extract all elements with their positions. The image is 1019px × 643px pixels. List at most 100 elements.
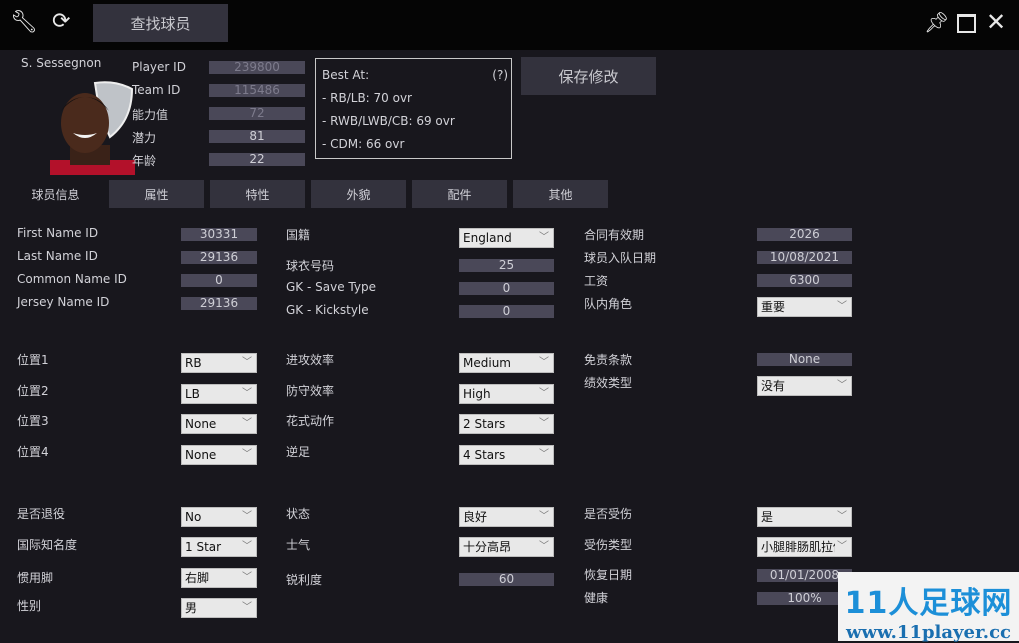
field-dropdown[interactable]: None ﹀ bbox=[181, 445, 257, 465]
dropdown-value: None bbox=[185, 448, 217, 462]
chevron-down-icon: ﹀ bbox=[242, 511, 252, 522]
field-input[interactable]: 30331 bbox=[181, 228, 257, 241]
best-at-line: - CDM: 66 ovr bbox=[322, 137, 405, 151]
chevron-down-icon: ﹀ bbox=[539, 511, 549, 522]
field-dropdown[interactable]: 2 Stars ﹀ bbox=[459, 414, 554, 434]
field-dropdown[interactable]: 男 ﹀ bbox=[181, 598, 257, 618]
chevron-down-icon: ﹀ bbox=[539, 388, 549, 399]
field-label: Last Name ID bbox=[17, 249, 98, 263]
best-at-panel: Best At: (?) - RB/LB: 70 ovr - RWB/LWB/C… bbox=[315, 58, 512, 159]
field-label: Jersey Name ID bbox=[17, 295, 110, 309]
field-label: 队内角色 bbox=[584, 297, 633, 311]
field-label: GK - Save Type bbox=[286, 280, 376, 294]
field-label: 锐利度 bbox=[286, 573, 323, 587]
tab-3[interactable]: 外貌 bbox=[311, 180, 406, 208]
dropdown-value: LB bbox=[185, 387, 200, 401]
field-dropdown[interactable]: 重要 ﹀ bbox=[757, 297, 852, 317]
field-dropdown[interactable]: 小腿腓肠肌拉伤﹀ bbox=[757, 537, 852, 557]
field-input[interactable]: 0 bbox=[459, 282, 554, 295]
field-dropdown[interactable]: 没有 ﹀ bbox=[757, 376, 852, 396]
field-label: 健康 bbox=[584, 591, 609, 605]
wrench-icon[interactable]: 🔧︎ bbox=[10, 12, 38, 34]
field-label: 是否受伤 bbox=[584, 507, 633, 521]
field-label: 是否退役 bbox=[17, 507, 66, 521]
field-label: 位置1 bbox=[17, 353, 49, 367]
tab-2[interactable]: 特性 bbox=[210, 180, 305, 208]
field-dropdown[interactable]: RB ﹀ bbox=[181, 353, 257, 373]
field-label: 免责条款 bbox=[584, 353, 633, 367]
dropdown-value: 十分高昂 bbox=[463, 540, 512, 554]
field-label: First Name ID bbox=[17, 226, 99, 240]
field-dropdown[interactable]: None ﹀ bbox=[181, 414, 257, 434]
tab-1[interactable]: 属性 bbox=[109, 180, 204, 208]
field-input[interactable]: 6300 bbox=[757, 274, 852, 287]
field-input[interactable]: 25 bbox=[459, 259, 554, 272]
header-field-label: 潜力 bbox=[132, 131, 157, 145]
refresh-icon[interactable]: ⟳ bbox=[52, 11, 70, 33]
field-label: 位置3 bbox=[17, 414, 49, 428]
field-label: 绩效类型 bbox=[584, 376, 633, 390]
field-input[interactable]: 29136 bbox=[181, 297, 257, 310]
chevron-down-icon: ﹀ bbox=[539, 418, 549, 429]
pin-icon[interactable]: 📌︎ bbox=[924, 12, 949, 32]
header-field-value[interactable]: 239800 bbox=[209, 61, 305, 74]
tab-0[interactable]: 球员信息 bbox=[8, 180, 103, 208]
field-dropdown[interactable]: Medium ﹀ bbox=[459, 353, 554, 373]
field-dropdown[interactable]: LB ﹀ bbox=[181, 384, 257, 404]
field-dropdown[interactable]: 1 Star ﹀ bbox=[181, 537, 257, 557]
find-player-button[interactable]: 查找球员 bbox=[93, 4, 228, 42]
close-icon[interactable]: ✕ bbox=[986, 10, 1006, 34]
dropdown-value: RB bbox=[185, 356, 202, 370]
field-label: 球员入队日期 bbox=[584, 251, 657, 265]
dropdown-value: 4 Stars bbox=[463, 448, 506, 462]
field-dropdown[interactable]: 十分高昂 ﹀ bbox=[459, 537, 554, 557]
field-dropdown[interactable]: High ﹀ bbox=[459, 384, 554, 404]
header-field-label: Team ID bbox=[132, 83, 181, 97]
field-input[interactable]: 0 bbox=[181, 274, 257, 287]
header-field-value[interactable]: 22 bbox=[209, 153, 305, 166]
field-label: 进攻效率 bbox=[286, 353, 335, 367]
field-dropdown[interactable]: 是 ﹀ bbox=[757, 507, 852, 527]
field-dropdown[interactable]: England ﹀ bbox=[459, 228, 554, 248]
field-label: Common Name ID bbox=[17, 272, 127, 286]
field-label: 花式动作 bbox=[286, 414, 335, 428]
field-dropdown[interactable]: 良好 ﹀ bbox=[459, 507, 554, 527]
maximize-icon[interactable] bbox=[957, 14, 976, 33]
field-input[interactable]: 60 bbox=[459, 573, 554, 586]
field-input[interactable]: None bbox=[757, 353, 852, 366]
field-label: 球衣号码 bbox=[286, 259, 335, 273]
help-icon[interactable]: (?) bbox=[492, 68, 508, 82]
field-dropdown[interactable]: 4 Stars ﹀ bbox=[459, 445, 554, 465]
chevron-down-icon: ﹀ bbox=[837, 511, 847, 522]
player-photo bbox=[40, 75, 140, 175]
field-input[interactable]: 0 bbox=[459, 305, 554, 318]
dropdown-value: 右脚 bbox=[185, 571, 210, 585]
header-field-label: 年龄 bbox=[132, 154, 157, 168]
best-at-line: - RB/LB: 70 ovr bbox=[322, 91, 412, 105]
dropdown-value: 良好 bbox=[463, 510, 488, 524]
field-label: 恢复日期 bbox=[584, 568, 633, 582]
chevron-down-icon: ﹀ bbox=[837, 541, 847, 552]
best-at-title: Best At: bbox=[322, 68, 370, 82]
tab-4[interactable]: 配件 bbox=[412, 180, 507, 208]
field-label: 逆足 bbox=[286, 445, 311, 459]
header-field-value[interactable]: 115486 bbox=[209, 84, 305, 97]
chevron-down-icon: ﹀ bbox=[242, 418, 252, 429]
chevron-down-icon: ﹀ bbox=[539, 541, 549, 552]
field-input[interactable]: 29136 bbox=[181, 251, 257, 264]
tab-5[interactable]: 其他 bbox=[513, 180, 608, 208]
field-input[interactable]: 10/08/2021 bbox=[757, 251, 852, 264]
header-field-value[interactable]: 81 bbox=[209, 130, 305, 143]
field-input[interactable]: 2026 bbox=[757, 228, 852, 241]
chevron-down-icon: ﹀ bbox=[539, 232, 549, 243]
save-changes-button[interactable]: 保存修改 bbox=[521, 57, 656, 95]
field-label: 工资 bbox=[584, 274, 609, 288]
dropdown-value: High bbox=[463, 387, 491, 401]
field-dropdown[interactable]: No ﹀ bbox=[181, 507, 257, 527]
field-dropdown[interactable]: 右脚 ﹀ bbox=[181, 568, 257, 588]
dropdown-value: 1 Star bbox=[185, 540, 222, 554]
header-field-value[interactable]: 72 bbox=[209, 107, 305, 120]
header-field-label: Player ID bbox=[132, 60, 186, 74]
header-field-label: 能力值 bbox=[132, 108, 169, 122]
field-label: 状态 bbox=[286, 507, 311, 521]
